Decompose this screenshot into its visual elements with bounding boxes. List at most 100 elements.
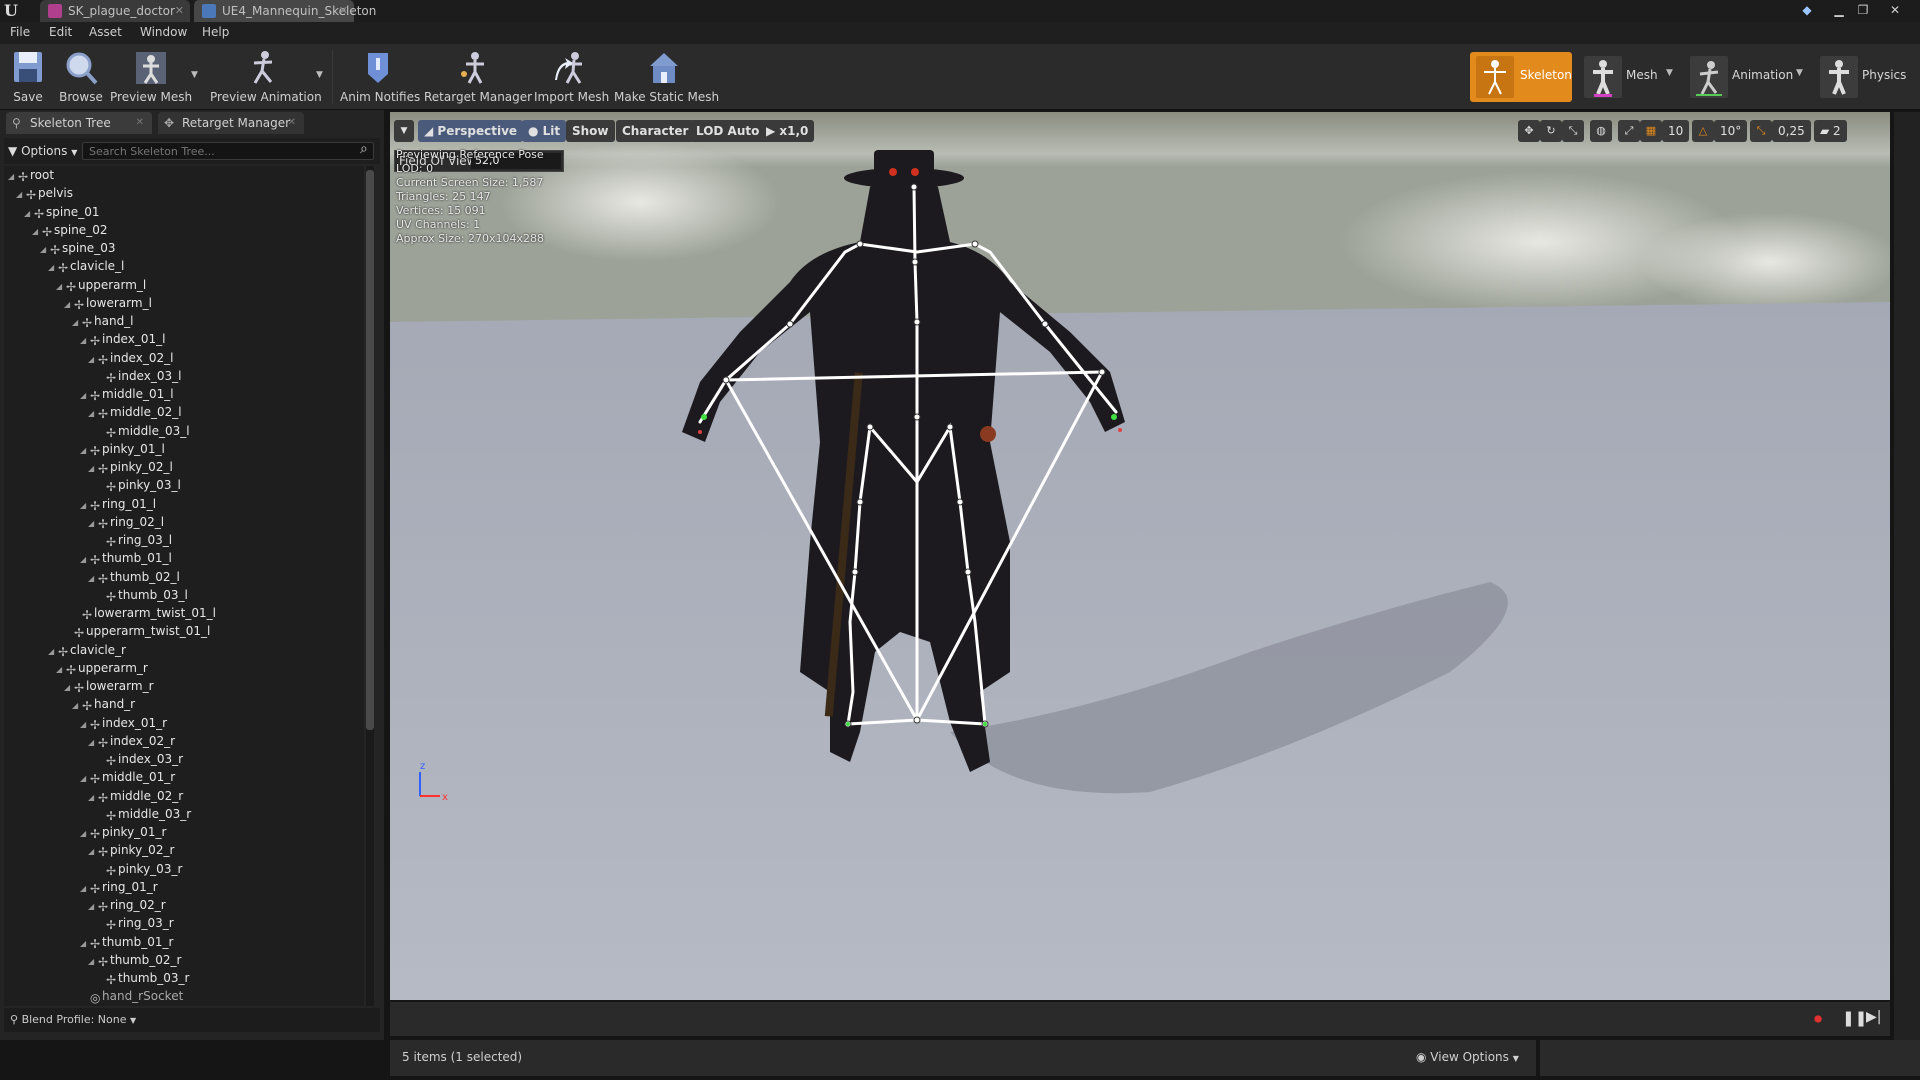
- preview-mesh-button[interactable]: Preview Mesh: [110, 48, 192, 106]
- tree-row-ring-01-r[interactable]: ◢ ✢ ring_01_r: [80, 878, 158, 896]
- record-icon[interactable]: ⏺: [1814, 1009, 1822, 1029]
- options-button[interactable]: ▼ Options ▼: [8, 141, 77, 161]
- tree-scrollbar-thumb[interactable]: [366, 170, 374, 730]
- step-forward-icon[interactable]: ▶|: [1866, 1009, 1881, 1025]
- tree-row-middle-01-l[interactable]: ◢ ✢ middle_01_l: [80, 385, 174, 403]
- tree-row-root[interactable]: ◢ ✢ root: [8, 166, 54, 184]
- anim-notifies-button[interactable]: Anim Notifies: [340, 48, 420, 106]
- tree-row-ring-03-l[interactable]: ✢ ring_03_l: [96, 531, 172, 549]
- tree-row-lowerarm-twist-01-l[interactable]: ✢ lowerarm_twist_01_l: [72, 604, 216, 622]
- character-button[interactable]: Character: [616, 120, 695, 142]
- tree-row-spine-03[interactable]: ◢ ✢ spine_03: [40, 239, 115, 257]
- tree-row-hand-rsocket[interactable]: ◎ hand_rSocket: [80, 987, 183, 1005]
- viewport-options-dropdown[interactable]: ▼: [394, 120, 414, 142]
- tree-row-spine-02[interactable]: ◢ ✢ spine_02: [32, 221, 107, 239]
- grid-snap-value[interactable]: 10: [1662, 120, 1690, 142]
- minimize-icon[interactable]: ▁: [1828, 2, 1850, 18]
- tree-row-thumb-02-r[interactable]: ◢ ✢ thumb_02_r: [88, 951, 181, 969]
- preview-mesh-dropdown-icon[interactable]: ▼: [191, 70, 198, 80]
- tab-retarget-manager[interactable]: ✥ Retarget Manager ✕: [158, 112, 304, 134]
- tab-sk-plague-doctor[interactable]: SK_plague_doctor ✕: [40, 0, 190, 22]
- tree-row-clavicle-r[interactable]: ◢ ✢ clavicle_r: [48, 641, 126, 659]
- close-icon[interactable]: ✕: [339, 0, 348, 22]
- close-icon[interactable]: ✕: [288, 112, 296, 134]
- perspective-button[interactable]: ◢ Perspective: [418, 120, 524, 142]
- preview-animation-button[interactable]: Preview Animation: [210, 48, 322, 106]
- scale-snap-icon[interactable]: ⤡: [1750, 120, 1772, 142]
- tree-row-middle-02-l[interactable]: ◢ ✢ middle_02_l: [88, 403, 182, 421]
- tree-row-pinky-02-r[interactable]: ◢ ✢ pinky_02_r: [88, 841, 174, 859]
- tree-row-ring-03-r[interactable]: ✢ ring_03_r: [96, 914, 174, 932]
- tree-row-hand-r[interactable]: ◢ ✢ hand_r: [72, 695, 135, 713]
- make-static-mesh-button[interactable]: Make Static Mesh: [614, 48, 719, 106]
- mode-animation[interactable]: Animation ▼: [1684, 52, 1808, 102]
- world-local-icon[interactable]: ◍: [1590, 120, 1612, 142]
- tree-row-index-01-l[interactable]: ◢ ✢ index_01_l: [80, 330, 165, 348]
- tree-row-thumb-03-l[interactable]: ✢ thumb_03_l: [96, 586, 188, 604]
- tree-row-ring-01-l[interactable]: ◢ ✢ ring_01_l: [80, 495, 156, 513]
- tree-row-middle-02-r[interactable]: ◢ ✢ middle_02_r: [88, 787, 183, 805]
- tree-row-hand-l[interactable]: ◢ ✢ hand_l: [72, 312, 134, 330]
- tree-row-ring-02-l[interactable]: ◢ ✢ ring_02_l: [88, 513, 164, 531]
- show-button[interactable]: Show: [566, 120, 615, 142]
- lit-button[interactable]: ● Lit: [522, 120, 567, 142]
- tab-skeleton-tree[interactable]: ⚲ Skeleton Tree ✕: [6, 112, 152, 134]
- mode-physics[interactable]: Physics: [1814, 52, 1914, 102]
- pause-icon[interactable]: ❚❚: [1842, 1009, 1867, 1027]
- browse-button[interactable]: Browse: [56, 48, 106, 106]
- tree-row-index-02-l[interactable]: ◢ ✢ index_02_l: [88, 349, 173, 367]
- tree-row-pinky-01-r[interactable]: ◢ ✢ pinky_01_r: [80, 823, 166, 841]
- grid-snap-icon[interactable]: ▦: [1640, 120, 1662, 142]
- menu-asset[interactable]: Asset: [89, 25, 122, 39]
- viewport[interactable]: z x ▼ ◢ Perspective ● Lit Show Character…: [390, 112, 1890, 1000]
- search-input[interactable]: [82, 142, 374, 160]
- rotate-icon[interactable]: ↻: [1540, 120, 1562, 142]
- save-button[interactable]: Save: [6, 48, 50, 106]
- playback-speed-button[interactable]: ▶ x1,0: [760, 120, 815, 142]
- view-options-button[interactable]: ◉ View Options ▼: [1416, 1050, 1519, 1064]
- blend-profile-selector[interactable]: ⚲ Blend Profile: None ▼: [4, 1008, 380, 1032]
- tree-row-pelvis[interactable]: ◢ ✢ pelvis: [16, 184, 73, 202]
- close-icon[interactable]: ✕: [175, 0, 184, 22]
- tree-row-pinky-02-l[interactable]: ◢ ✢ pinky_02_l: [88, 458, 173, 476]
- tree-row-lowerarm-twist-01-r[interactable]: ✢lowerarm_twist_01_r: [72, 1006, 218, 1007]
- search-icon[interactable]: ⌕: [360, 141, 368, 157]
- tree-row-pinky-03-r[interactable]: ✢ pinky_03_r: [96, 860, 182, 878]
- rotation-snap-value[interactable]: 10°: [1714, 120, 1748, 142]
- tree-row-upperarm-l[interactable]: ◢ ✢ upperarm_l: [56, 276, 146, 294]
- tree-row-thumb-03-r[interactable]: ✢ thumb_03_r: [96, 969, 189, 987]
- import-mesh-button[interactable]: Import Mesh: [534, 48, 609, 106]
- tree-row-clavicle-l[interactable]: ◢ ✢ clavicle_l: [48, 257, 124, 275]
- tree-row-pinky-01-l[interactable]: ◢ ✢ pinky_01_l: [80, 440, 165, 458]
- close-icon[interactable]: ✕: [136, 112, 144, 134]
- tree-row-middle-03-l[interactable]: ✢ middle_03_l: [96, 422, 190, 440]
- scale-snap-value[interactable]: 0,25: [1772, 120, 1811, 142]
- tree-row-index-03-r[interactable]: ✢ index_03_r: [96, 750, 183, 768]
- tree-row-pinky-03-l[interactable]: ✢ pinky_03_l: [96, 476, 181, 494]
- menu-window[interactable]: Window: [140, 25, 187, 39]
- tree-row-upperarm-r[interactable]: ◢ ✢ upperarm_r: [56, 659, 148, 677]
- tree-row-thumb-01-l[interactable]: ◢ ✢ thumb_01_l: [80, 549, 172, 567]
- tree-row-lowerarm-r[interactable]: ◢ ✢ lowerarm_r: [64, 677, 154, 695]
- mode-skeleton[interactable]: Skeleton: [1470, 52, 1572, 102]
- window-close-icon[interactable]: ✕: [1884, 2, 1906, 18]
- preview-animation-dropdown-icon[interactable]: ▼: [316, 70, 323, 80]
- tree-row-upperarm-twist-01-l[interactable]: ✢ upperarm_twist_01_l: [64, 622, 210, 640]
- restore-icon[interactable]: ❐: [1852, 2, 1874, 18]
- lod-button[interactable]: LOD Auto: [690, 120, 766, 142]
- tree-row-middle-03-r[interactable]: ✢ middle_03_r: [96, 805, 191, 823]
- retarget-manager-button[interactable]: Retarget Manager: [424, 48, 532, 106]
- mode-mesh[interactable]: Mesh ▼: [1578, 52, 1678, 102]
- surface-snap-icon[interactable]: ⤢: [1618, 120, 1640, 142]
- tree-row-index-03-l[interactable]: ✢ index_03_l: [96, 367, 181, 385]
- menu-edit[interactable]: Edit: [49, 25, 72, 39]
- tree-row-index-01-r[interactable]: ◢ ✢ index_01_r: [80, 714, 167, 732]
- menu-file[interactable]: File: [10, 25, 30, 39]
- scale-icon[interactable]: ⤡: [1562, 120, 1584, 142]
- tree-row-lowerarm-l[interactable]: ◢ ✢ lowerarm_l: [64, 294, 152, 312]
- notification-icon[interactable]: ◆: [1796, 2, 1818, 18]
- tree-row-middle-01-r[interactable]: ◢ ✢ middle_01_r: [80, 768, 175, 786]
- tree-row-thumb-02-l[interactable]: ◢ ✢ thumb_02_l: [88, 568, 180, 586]
- tree-row-ring-02-r[interactable]: ◢ ✢ ring_02_r: [88, 896, 166, 914]
- tree-row-thumb-01-r[interactable]: ◢ ✢ thumb_01_r: [80, 933, 173, 951]
